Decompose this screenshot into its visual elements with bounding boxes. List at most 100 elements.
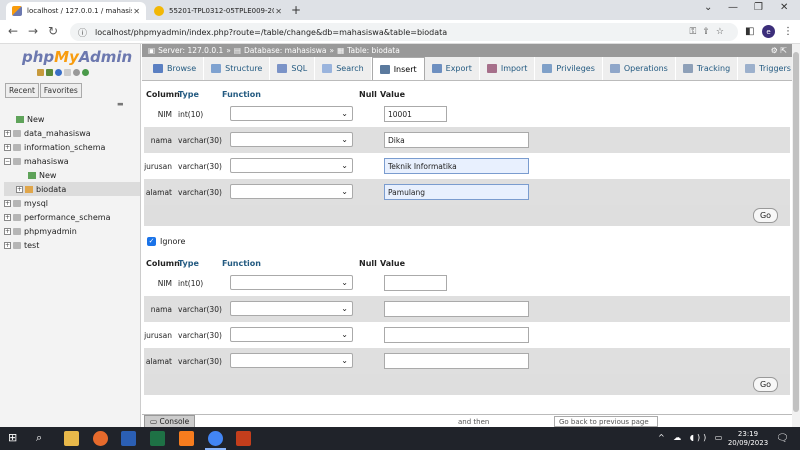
breadcrumb-database[interactable]: Database: mahasiswa [244, 46, 327, 55]
browser-tab-phpmyadmin[interactable]: localhost / 127.0.0.1 / mahasiswa ✕ [6, 2, 146, 20]
phpmyadmin-logo[interactable]: phpMyAdmin [22, 48, 132, 66]
column-name: jurusan [144, 161, 172, 171]
tab-import[interactable]: Import [480, 57, 536, 80]
function-select[interactable]: ⌄ [230, 184, 353, 199]
exit-icon[interactable] [46, 69, 53, 76]
scrollbar-thumb[interactable] [793, 52, 799, 412]
close-window-icon[interactable]: ✕ [780, 2, 788, 13]
recent-tab[interactable]: Recent [5, 83, 39, 98]
tab-search[interactable]: Search [315, 57, 372, 80]
after-insert-select[interactable]: Go back to previous page [554, 416, 658, 427]
omnibox-actions-icon[interactable]: ⚿⇪☆ [690, 27, 730, 37]
restore-icon[interactable]: ❐ [754, 2, 763, 13]
function-select[interactable]: ⌄ [230, 158, 353, 173]
ignore-checkbox[interactable]: ✓ [147, 237, 156, 246]
go-button[interactable]: Go [753, 377, 778, 392]
tab-insert[interactable]: Insert [371, 57, 425, 80]
url-bar[interactable]: ⓘ localhost/phpmyadmin/index.php?route=/… [70, 23, 738, 41]
tab-sql[interactable]: SQL [270, 57, 316, 80]
help-icon[interactable] [55, 69, 62, 76]
browser-tab-strip: localhost / 127.0.0.1 / mahasiswa ✕ 5520… [0, 0, 800, 20]
reload-icon[interactable]: ↻ [48, 24, 58, 38]
page-scrollbar[interactable] [792, 44, 800, 427]
system-tray-icons[interactable]: ^ ☁ ◖)) ▭ [658, 433, 725, 442]
windows-start-icon[interactable]: ⊞ [8, 431, 23, 446]
function-select[interactable]: ⌄ [230, 301, 353, 316]
site-info-icon[interactable]: ⓘ [78, 26, 87, 39]
tree-item-new[interactable]: New [4, 112, 140, 126]
tree-item-performance-schema[interactable]: + performance_schema [4, 210, 140, 224]
structure-icon [211, 64, 222, 73]
sidepanel-icon[interactable]: ◧ [745, 26, 754, 37]
value-input-jurusan[interactable] [384, 327, 529, 343]
form-row-NIM: NIM int(10) ⌄ 10001 [144, 101, 790, 127]
value-input-jurusan[interactable]: Teknik Informatika [384, 158, 529, 174]
more-menu-icon[interactable]: ⋮ [783, 26, 793, 37]
forward-icon[interactable]: → [28, 24, 38, 38]
function-select[interactable]: ⌄ [230, 353, 353, 368]
chevron-down-icon[interactable]: ⌄ [704, 2, 712, 13]
tree-item-phpmyadmin[interactable]: + phpmyadmin [4, 224, 140, 238]
xampp-icon[interactable] [179, 431, 194, 446]
notification-icon[interactable]: 🗨 [776, 433, 789, 444]
tab-structure[interactable]: Structure [204, 57, 271, 80]
value-input-alamat[interactable] [384, 353, 529, 369]
breadcrumb-server[interactable]: Server: 127.0.0.1 [158, 46, 223, 55]
close-tab-icon[interactable]: ✕ [133, 7, 140, 16]
function-select[interactable]: ⌄ [230, 132, 353, 147]
excel-icon[interactable] [150, 431, 165, 446]
tree-item-information-schema[interactable]: + information_schema [4, 140, 140, 154]
powerpoint-icon[interactable] [236, 431, 251, 446]
collapse-icon: − [4, 157, 11, 165]
favorites-tab[interactable]: Favorites [39, 83, 82, 98]
tab-export[interactable]: Export [425, 57, 480, 80]
reload-nav-icon[interactable] [82, 69, 89, 76]
tab-tracking[interactable]: Tracking [676, 57, 739, 80]
collapse-all-icon[interactable]: ▬ [117, 100, 124, 108]
chevron-down-icon: ⌄ [341, 278, 348, 287]
expand-icon: + [4, 143, 11, 151]
docs-icon[interactable] [64, 69, 71, 76]
home-icon[interactable] [37, 69, 44, 76]
form-row-alamat: alamat varchar(30) ⌄ [144, 348, 790, 374]
browser-tab-elearning[interactable]: 55201-TPL0312-05TPLE009-2023 ✕ [148, 2, 288, 20]
tree-item-mahasiswa[interactable]: − mahasiswa [4, 154, 140, 168]
value-input-alamat[interactable]: Pamulang [384, 184, 529, 200]
tab-triggers[interactable]: Triggers [738, 57, 799, 80]
sql-icon [277, 64, 288, 73]
search-icon[interactable]: ⌕ [36, 431, 51, 446]
tree-item-biodata[interactable]: + biodata [4, 182, 140, 196]
close-tab-icon[interactable]: ✕ [275, 7, 282, 16]
column-name: alamat [145, 356, 172, 366]
file-explorer-icon[interactable] [64, 431, 79, 446]
export-icon [431, 64, 442, 73]
chrome-icon[interactable] [208, 431, 223, 446]
profile-avatar[interactable]: e [762, 25, 775, 38]
function-select[interactable]: ⌄ [230, 327, 353, 342]
tab-operations[interactable]: Operations [603, 57, 676, 80]
breadcrumb-table[interactable]: Table: biodata [347, 46, 400, 55]
settings-icon[interactable] [73, 69, 80, 76]
word-icon[interactable] [121, 431, 136, 446]
tab-privileges[interactable]: Privileges [535, 57, 603, 80]
value-input-nama[interactable]: Dika [384, 132, 529, 148]
new-tab-icon[interactable]: + [291, 3, 301, 17]
breadcrumb-actions-icon[interactable]: ⚙ ⇱ [771, 46, 787, 55]
minimize-icon[interactable]: — [728, 2, 738, 13]
function-select[interactable]: ⌄ [230, 106, 353, 121]
firefox-icon[interactable] [93, 431, 108, 446]
value-input-nama[interactable] [384, 301, 529, 317]
clock[interactable]: 23:19 20/09/2023 [726, 430, 770, 448]
back-icon[interactable]: ← [8, 24, 18, 38]
go-button[interactable]: Go [753, 208, 778, 223]
value-input-NIM[interactable] [384, 275, 447, 291]
tab-browse[interactable]: Browse [146, 57, 205, 80]
browse-icon [153, 64, 163, 73]
value-input-NIM[interactable]: 10001 [384, 106, 447, 122]
tree-item-test[interactable]: + test [4, 238, 140, 252]
tree-item-mysql[interactable]: + mysql [4, 196, 140, 210]
function-select[interactable]: ⌄ [230, 275, 353, 290]
tree-item-mahasiswa-new[interactable]: New [4, 168, 140, 182]
ignore-checkbox-row[interactable]: ✓ Ignore [147, 237, 185, 246]
tree-item-data-mahasiswa[interactable]: + data_mahasiswa [4, 126, 140, 140]
